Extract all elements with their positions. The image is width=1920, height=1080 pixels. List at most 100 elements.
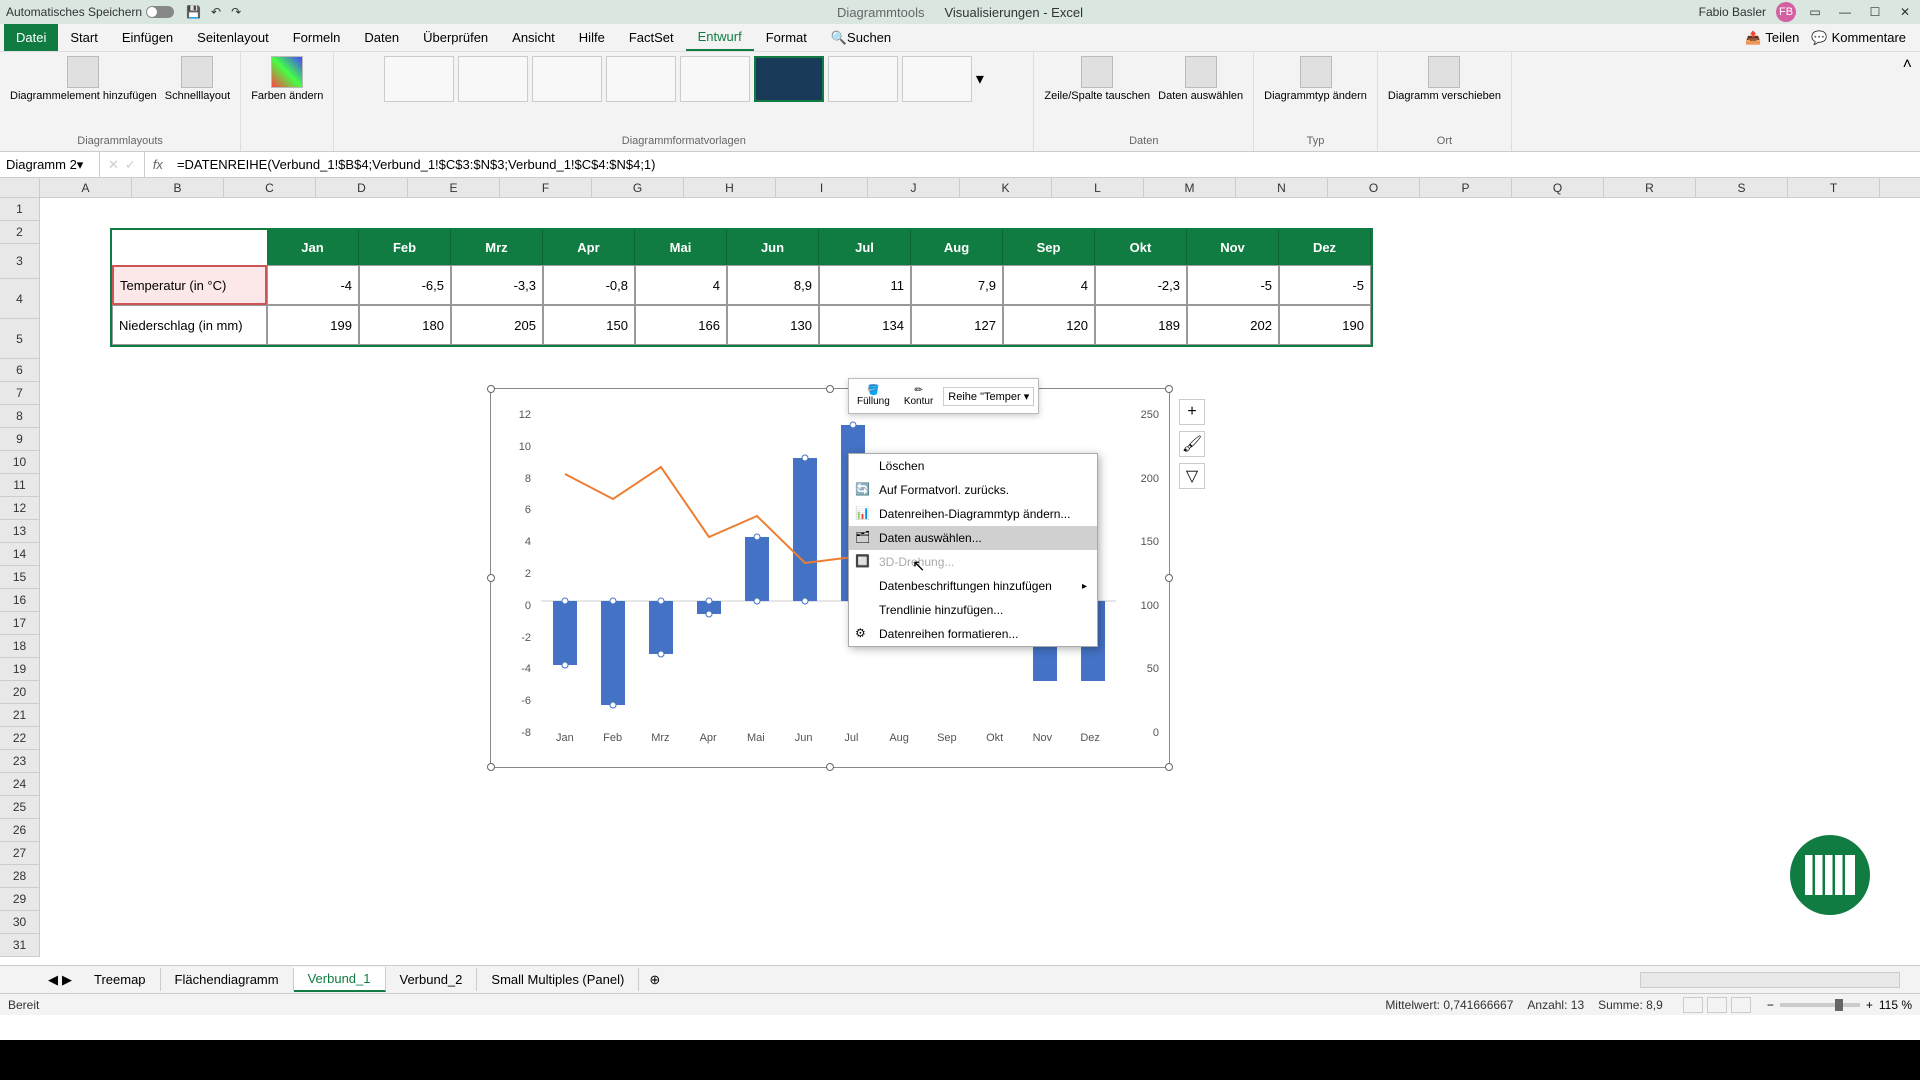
name-box[interactable]: Diagramm 2 ▾ — [0, 152, 100, 177]
tab-flachendiagramm[interactable]: Flächendiagramm — [161, 968, 294, 991]
menu-einfugen[interactable]: Einfügen — [110, 24, 185, 51]
temp-nov[interactable]: -5 — [1187, 265, 1279, 305]
chart-style-6[interactable] — [754, 56, 824, 102]
maximize-icon[interactable]: ☐ — [1866, 5, 1884, 19]
col-S[interactable]: S — [1696, 178, 1788, 197]
chart-styles-button[interactable]: 🖌 — [1179, 431, 1205, 457]
y-axis-primary[interactable]: 121086420-2-4-6-8 — [506, 409, 531, 727]
chart-style-more-icon[interactable]: ▾ — [976, 69, 984, 89]
menu-search[interactable]: 🔍 Suchen — [819, 24, 903, 51]
change-colors-button[interactable]: Farben ändern — [251, 56, 323, 102]
temp-okt[interactable]: -2,3 — [1095, 265, 1187, 305]
zoom-level[interactable]: 115 % — [1879, 998, 1912, 1012]
temp-mrz[interactable]: -3,3 — [451, 265, 543, 305]
menu-datei[interactable]: Datei — [4, 24, 58, 51]
undo-icon[interactable]: ↶ — [211, 5, 221, 19]
month-mai[interactable]: Mai — [635, 230, 727, 265]
col-Q[interactable]: Q — [1512, 178, 1604, 197]
row-6[interactable]: 6 — [0, 359, 39, 382]
tab-treemap[interactable]: Treemap — [80, 968, 161, 991]
col-D[interactable]: D — [316, 178, 408, 197]
autosave-toggle[interactable] — [146, 6, 174, 18]
temp-jul[interactable]: 11 — [819, 265, 911, 305]
ctx-change-type[interactable]: 📊Datenreihen-Diagrammtyp ändern... — [849, 502, 1097, 526]
month-jun[interactable]: Jun — [727, 230, 819, 265]
switch-row-col-button[interactable]: Zeile/Spalte tauschen — [1044, 56, 1150, 102]
precip-apr[interactable]: 150 — [543, 305, 635, 345]
temp-label[interactable]: Temperatur (in °C) — [112, 265, 267, 305]
precip-jan[interactable]: 199 — [267, 305, 359, 345]
resize-handle[interactable] — [1165, 385, 1173, 393]
redo-icon[interactable]: ↷ — [231, 5, 241, 19]
move-chart-button[interactable]: Diagramm verschieben — [1388, 56, 1501, 102]
temp-feb[interactable]: -6,5 — [359, 265, 451, 305]
month-sep[interactable]: Sep — [1003, 230, 1095, 265]
user-avatar[interactable]: FB — [1776, 2, 1796, 22]
col-G[interactable]: G — [592, 178, 684, 197]
select-data-button[interactable]: Daten auswählen — [1158, 56, 1243, 102]
month-mrz[interactable]: Mrz — [451, 230, 543, 265]
resize-handle[interactable] — [487, 574, 495, 582]
series-selector[interactable]: Reihe "Temper ▾ — [943, 387, 1034, 406]
formula-input[interactable]: =DATENREIHE(Verbund_1!$B$4;Verbund_1!$C$… — [171, 157, 1920, 172]
chart-style-1[interactable] — [384, 56, 454, 102]
col-K[interactable]: K — [960, 178, 1052, 197]
ctx-select-data[interactable]: 🗂Daten auswählen... — [849, 526, 1097, 550]
ctx-add-trendline[interactable]: Trendlinie hinzufügen... — [849, 598, 1097, 622]
precip-aug[interactable]: 127 — [911, 305, 1003, 345]
month-nov[interactable]: Nov — [1187, 230, 1279, 265]
menu-format[interactable]: Format — [754, 24, 819, 51]
resize-handle[interactable] — [1165, 574, 1173, 582]
col-B[interactable]: B — [132, 178, 224, 197]
outline-button[interactable]: ✏Kontur — [900, 383, 937, 409]
row-5[interactable]: 5 — [0, 319, 39, 359]
menu-entwurf[interactable]: Entwurf — [686, 24, 754, 51]
col-P[interactable]: P — [1420, 178, 1512, 197]
col-N[interactable]: N — [1236, 178, 1328, 197]
temp-aug[interactable]: 7,9 — [911, 265, 1003, 305]
month-jan[interactable]: Jan — [267, 230, 359, 265]
temp-dez[interactable]: -5 — [1279, 265, 1371, 305]
col-O[interactable]: O — [1328, 178, 1420, 197]
precip-sep[interactable]: 120 — [1003, 305, 1095, 345]
col-H[interactable]: H — [684, 178, 776, 197]
menu-hilfe[interactable]: Hilfe — [567, 24, 617, 51]
temp-apr[interactable]: -0,8 — [543, 265, 635, 305]
month-aug[interactable]: Aug — [911, 230, 1003, 265]
ctx-delete[interactable]: Löschen — [849, 454, 1097, 478]
resize-handle[interactable] — [487, 385, 495, 393]
resize-handle[interactable] — [487, 763, 495, 771]
resize-handle[interactable] — [1165, 763, 1173, 771]
chart-style-7[interactable] — [828, 56, 898, 102]
col-J[interactable]: J — [868, 178, 960, 197]
tab-verbund2[interactable]: Verbund_2 — [386, 968, 478, 991]
tab-small-multiples[interactable]: Small Multiples (Panel) — [477, 968, 639, 991]
kommentare-button[interactable]: 💬 Kommentare — [1811, 30, 1906, 46]
month-dez[interactable]: Dez — [1279, 230, 1371, 265]
precip-jun[interactable]: 130 — [727, 305, 819, 345]
chart-style-3[interactable] — [532, 56, 602, 102]
precip-nov[interactable]: 202 — [1187, 305, 1279, 345]
zoom-out-button[interactable]: − — [1767, 998, 1774, 1012]
tab-next-icon[interactable]: ▶ — [62, 972, 72, 988]
menu-ansicht[interactable]: Ansicht — [500, 24, 567, 51]
chart-style-5[interactable] — [680, 56, 750, 102]
close-icon[interactable]: ✕ — [1896, 5, 1914, 19]
chart-filter-button[interactable]: ▽ — [1179, 463, 1205, 489]
page-layout-view-button[interactable] — [1707, 997, 1727, 1013]
collapse-ribbon-icon[interactable]: ˄ — [1903, 56, 1912, 73]
tab-prev-icon[interactable]: ◀ — [48, 972, 58, 988]
col-L[interactable]: L — [1052, 178, 1144, 197]
y-axis-secondary[interactable]: 250200150100500 — [1124, 409, 1159, 727]
enter-formula-icon[interactable]: ✓ — [125, 157, 136, 173]
col-F[interactable]: F — [500, 178, 592, 197]
temp-mai[interactable]: 4 — [635, 265, 727, 305]
horizontal-scrollbar[interactable] — [1640, 972, 1900, 988]
resize-handle[interactable] — [826, 385, 834, 393]
month-okt[interactable]: Okt — [1095, 230, 1187, 265]
col-T[interactable]: T — [1788, 178, 1880, 197]
x-axis[interactable]: JanFebMrzAprMaiJunJulAugSepOktNovDez — [541, 732, 1114, 747]
precip-mrz[interactable]: 205 — [451, 305, 543, 345]
zoom-slider[interactable] — [1780, 1003, 1860, 1007]
ctx-add-labels[interactable]: Datenbeschriftungen hinzufügen▸ — [849, 574, 1097, 598]
